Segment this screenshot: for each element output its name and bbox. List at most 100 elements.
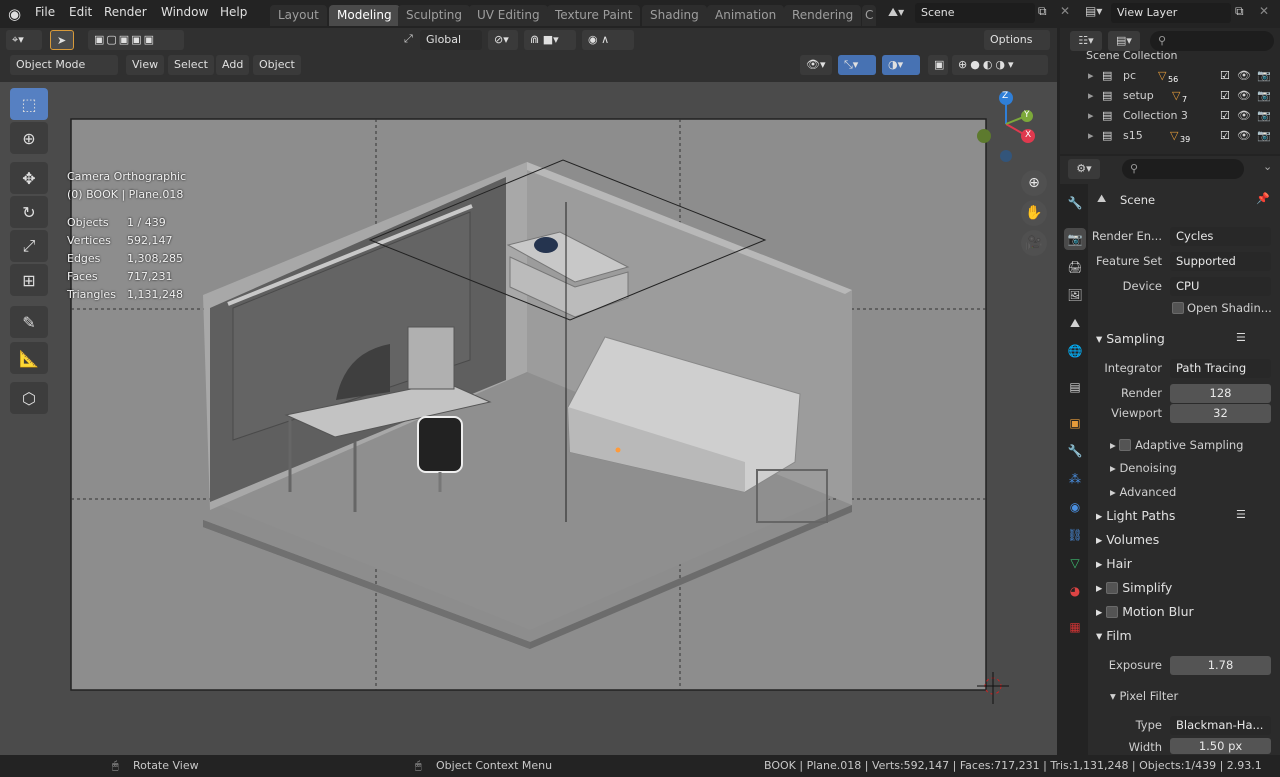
physics-tab-icon[interactable]: ◉ bbox=[1064, 496, 1086, 518]
visibility-icon[interactable]: 👁▾ bbox=[800, 55, 832, 75]
tab-animation[interactable]: Animation bbox=[707, 5, 785, 26]
tab-modeling[interactable]: Modeling bbox=[329, 5, 400, 26]
outliner-row-s15[interactable]: ▸ ▤ s15 ▽ 39 ☑ 👁 📷 bbox=[1060, 126, 1280, 146]
blender-logo-icon[interactable]: ◉ bbox=[8, 5, 21, 23]
pin-icon[interactable]: 📌 bbox=[1256, 192, 1270, 205]
measure-tool-icon[interactable]: 📐 bbox=[10, 342, 48, 374]
render-engine-dropdown[interactable]: Cycles bbox=[1170, 227, 1271, 246]
select-tool-icon[interactable]: ➤ bbox=[50, 30, 74, 50]
feature-set-dropdown[interactable]: Supported bbox=[1170, 252, 1271, 271]
world-tab-icon[interactable]: 🌐 bbox=[1064, 340, 1086, 362]
viewport-samples-field[interactable]: 32 bbox=[1170, 404, 1271, 423]
render-camera-icon[interactable]: 📷 bbox=[1257, 126, 1271, 146]
hair-panel-header[interactable]: ▸ Hair bbox=[1096, 556, 1132, 571]
view-layer-selector[interactable]: View Layer bbox=[1111, 3, 1231, 23]
texture-tab-icon[interactable]: ▦ bbox=[1064, 616, 1086, 638]
menu-view[interactable]: View bbox=[126, 55, 165, 75]
presets-list-icon[interactable]: ☰ bbox=[1236, 508, 1246, 521]
move-tool-icon[interactable]: ✥ bbox=[10, 162, 48, 194]
menu-file[interactable]: File bbox=[35, 5, 55, 19]
cursor-tool-icon[interactable]: ⊕ bbox=[10, 122, 48, 154]
menu-select[interactable]: Select bbox=[168, 55, 214, 75]
camera-view-icon[interactable]: 🎥 bbox=[1021, 230, 1047, 256]
new-scene-icon[interactable]: ⧉ bbox=[1038, 4, 1047, 19]
adaptive-sampling-subpanel[interactable]: ▸ Adaptive Sampling bbox=[1110, 437, 1243, 452]
overlays-toggle-icon[interactable]: ◑▾ bbox=[882, 55, 920, 75]
shading-mode-icons[interactable]: ⊕●◐◑▾ bbox=[952, 55, 1048, 75]
proportional-edit-icon[interactable]: ◉ ∧ bbox=[582, 30, 634, 50]
menu-help[interactable]: Help bbox=[220, 5, 247, 19]
tab-layout[interactable]: Layout bbox=[270, 5, 327, 26]
gizmo-toggle-icon[interactable]: ⤡▾ bbox=[838, 55, 876, 75]
eye-icon[interactable]: 👁 bbox=[1237, 106, 1251, 126]
menu-edit[interactable]: Edit bbox=[69, 5, 92, 19]
pan-hand-icon[interactable]: ✋ bbox=[1021, 200, 1047, 226]
motion-blur-panel-header[interactable]: ▸ Motion Blur bbox=[1096, 604, 1194, 619]
pivot-point-icon[interactable]: ⊘▾ bbox=[488, 30, 518, 50]
volumes-panel-header[interactable]: ▸ Volumes bbox=[1096, 532, 1159, 547]
render-samples-field[interactable]: 128 bbox=[1170, 384, 1271, 403]
new-view-layer-icon[interactable]: ⧉ bbox=[1235, 4, 1244, 19]
denoising-subpanel[interactable]: ▸ Denoising bbox=[1110, 461, 1177, 475]
material-tab-icon[interactable]: ◕ bbox=[1064, 580, 1086, 602]
view-layer-icon[interactable]: ▤▾ bbox=[1085, 4, 1102, 18]
mode-dropdown[interactable]: Object Mode bbox=[10, 55, 118, 75]
remove-scene-icon[interactable]: ✕ bbox=[1060, 4, 1070, 18]
eye-icon[interactable]: 👁 bbox=[1237, 86, 1251, 106]
properties-options-icon[interactable]: ⌄ bbox=[1263, 160, 1272, 173]
rotate-tool-icon[interactable]: ↻ bbox=[10, 196, 48, 228]
open-shading-checkbox[interactable] bbox=[1172, 302, 1184, 314]
xray-toggle-icon[interactable]: ▣ bbox=[928, 55, 948, 75]
menu-add[interactable]: Add bbox=[216, 55, 250, 75]
selection-mode-icons[interactable]: ▣▢▣▣▣ bbox=[88, 30, 184, 50]
render-camera-icon[interactable]: 📷 bbox=[1257, 86, 1271, 106]
outliner-row-pc[interactable]: ▸ ▤ pc ▽ 56 ☑ 👁 📷 bbox=[1060, 66, 1280, 86]
pixel-filter-type-dropdown[interactable]: Blackman-Ha... bbox=[1170, 716, 1271, 735]
data-tab-icon[interactable]: ▽ bbox=[1064, 552, 1086, 574]
film-panel-header[interactable]: ▾ Film bbox=[1096, 628, 1132, 643]
device-dropdown[interactable]: CPU bbox=[1170, 277, 1271, 296]
tab-shading[interactable]: Shading bbox=[642, 5, 707, 26]
pixel-filter-subpanel[interactable]: ▾ Pixel Filter bbox=[1110, 689, 1178, 703]
checkbox-icon[interactable]: ☑ bbox=[1220, 106, 1230, 126]
scene-collection-row[interactable]: Scene Collection bbox=[1060, 46, 1280, 66]
presets-list-icon[interactable]: ☰ bbox=[1236, 331, 1246, 344]
light-paths-panel-header[interactable]: ▸ Light Paths bbox=[1096, 508, 1175, 523]
integrator-dropdown[interactable]: Path Tracing bbox=[1170, 359, 1271, 378]
remove-view-layer-icon[interactable]: ✕ bbox=[1259, 4, 1269, 18]
annotate-tool-icon[interactable]: ✎ bbox=[10, 306, 48, 338]
outliner-row-collection-3[interactable]: ▸ ▤ Collection 3 ☑ 👁 📷 bbox=[1060, 106, 1280, 126]
simplify-panel-header[interactable]: ▸ Simplify bbox=[1096, 580, 1172, 595]
advanced-subpanel[interactable]: ▸ Advanced bbox=[1110, 485, 1176, 499]
snapping-icon[interactable]: ⋒ ■▾ bbox=[524, 30, 576, 50]
render-camera-icon[interactable]: 📷 bbox=[1257, 66, 1271, 86]
output-tab-icon[interactable]: 🖨 bbox=[1064, 256, 1086, 278]
menu-window[interactable]: Window bbox=[161, 5, 208, 19]
select-box-icon[interactable]: ⬚ bbox=[10, 88, 48, 120]
eye-icon[interactable]: 👁 bbox=[1237, 126, 1251, 146]
collection-tab-icon[interactable]: ▤ bbox=[1064, 376, 1086, 398]
menu-object[interactable]: Object bbox=[253, 55, 301, 75]
constraints-tab-icon[interactable]: ⛓ bbox=[1064, 524, 1086, 546]
checkbox-icon[interactable]: ☑ bbox=[1220, 66, 1230, 86]
navigation-gizmo[interactable]: Z X Y bbox=[970, 88, 1042, 168]
tab-overflow[interactable]: C bbox=[862, 5, 877, 26]
pixel-filter-width-field[interactable]: 1.50 px bbox=[1170, 738, 1271, 754]
tab-sculpting[interactable]: Sculpting bbox=[398, 5, 471, 26]
particles-tab-icon[interactable]: ⁂ bbox=[1064, 468, 1086, 490]
modifier-tab-icon[interactable]: 🔧 bbox=[1064, 440, 1086, 462]
add-cube-tool-icon[interactable]: ⬡ bbox=[10, 382, 48, 414]
eye-icon[interactable]: 👁 bbox=[1237, 66, 1251, 86]
scene-selector[interactable]: Scene bbox=[915, 3, 1035, 23]
properties-search-icon[interactable]: ⚲ bbox=[1122, 159, 1244, 179]
exposure-field[interactable]: 1.78 bbox=[1170, 656, 1271, 675]
checkbox-icon[interactable]: ☑ bbox=[1220, 86, 1230, 106]
scene-tab-icon[interactable]: ⛰ bbox=[1064, 312, 1086, 334]
scale-tool-icon[interactable]: ⤢ bbox=[10, 230, 48, 262]
options-dropdown[interactable]: Options bbox=[984, 30, 1050, 50]
view-layer-tab-icon[interactable]: 🖼 bbox=[1064, 284, 1086, 306]
properties-editor-icon[interactable]: ⚙▾ bbox=[1068, 159, 1100, 179]
editor-type-icon[interactable]: ⌖▾ bbox=[6, 30, 42, 50]
render-tab-icon[interactable]: 📷 bbox=[1064, 228, 1086, 250]
3d-viewport[interactable]: Camera Orthographic (0) BOOK | Plane.018… bbox=[0, 82, 1057, 755]
